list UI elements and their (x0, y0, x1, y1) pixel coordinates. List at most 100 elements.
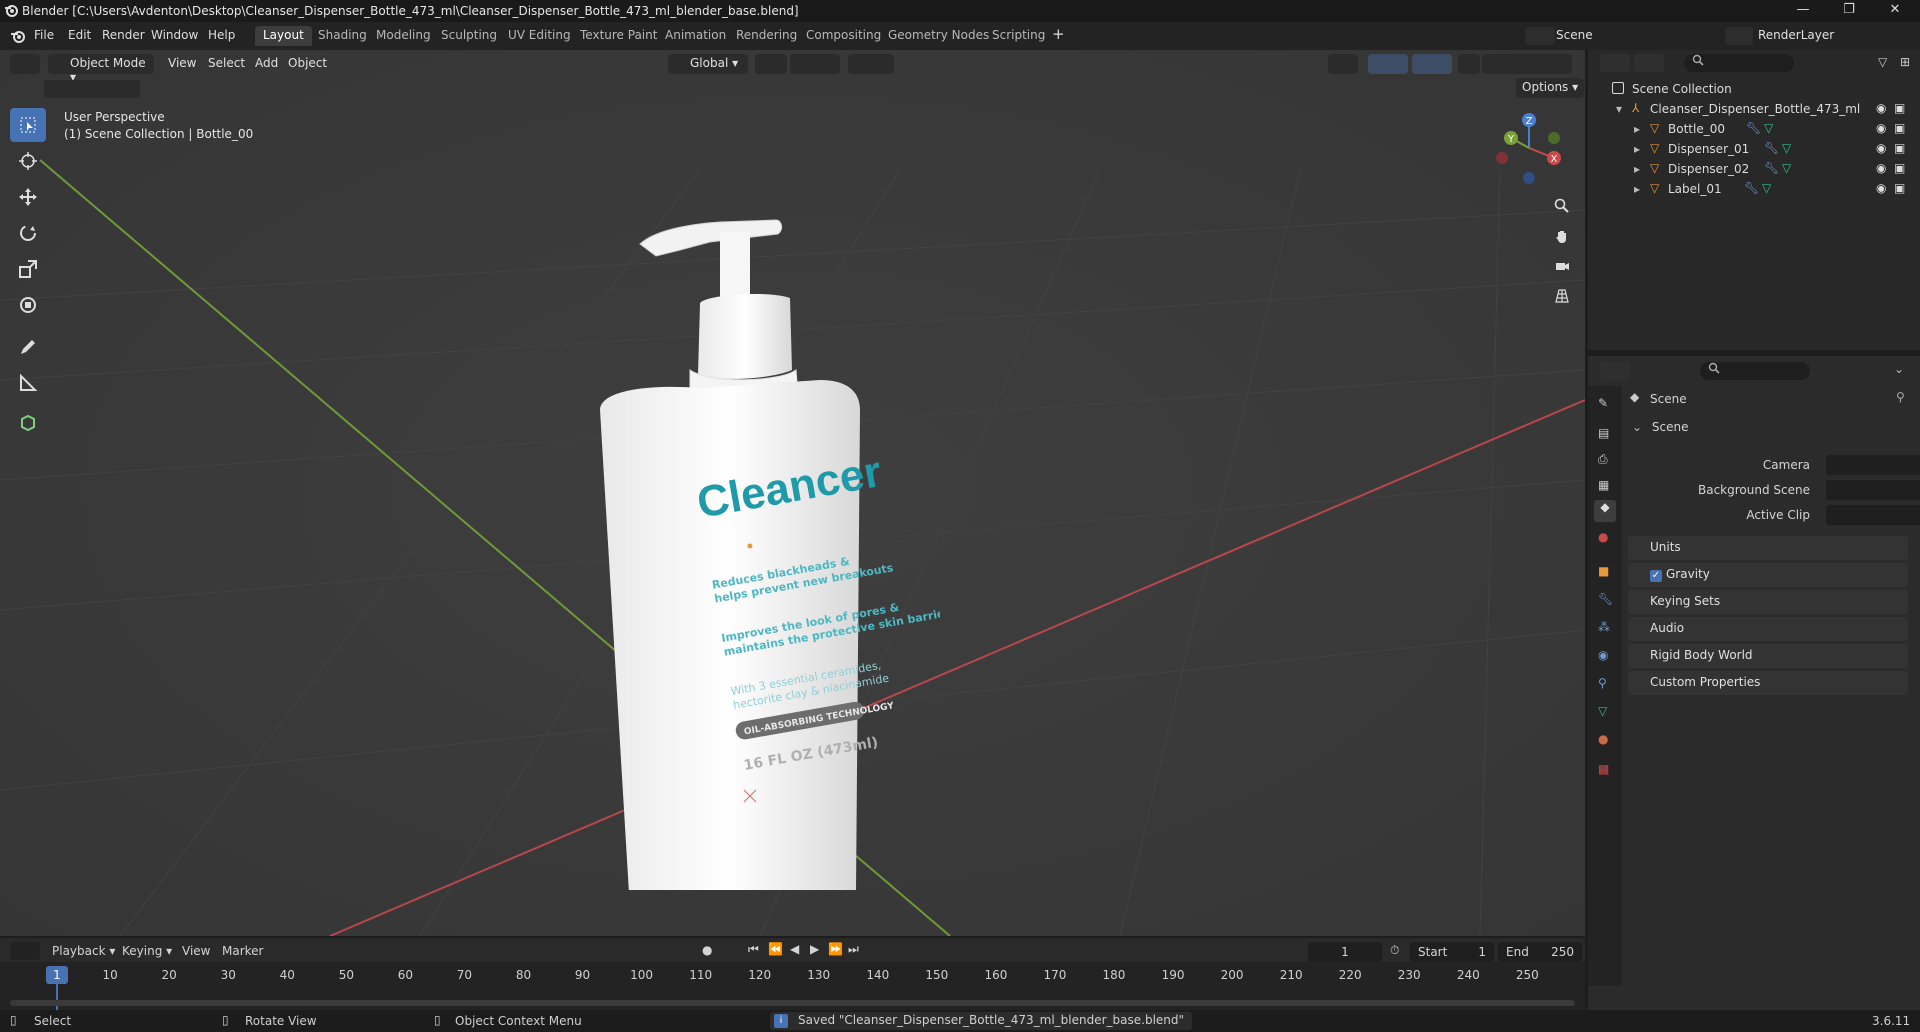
bottle-model[interactable]: Cleancer Reduces blackheads & helps prev… (560, 170, 940, 890)
expand-arrow-icon[interactable]: ▸ (1634, 142, 1640, 156)
transform-tool[interactable] (10, 288, 46, 322)
properties-editor-type-button[interactable] (1600, 362, 1630, 380)
mesh-data-icon[interactable]: ▽ (1762, 181, 1771, 195)
menu-file[interactable]: File (34, 28, 54, 42)
properties-search-input[interactable] (1700, 362, 1810, 380)
camera-render-icon[interactable]: ▣ (1894, 181, 1905, 195)
chevron-down-icon[interactable]: ⌄ (1894, 362, 1904, 376)
outliner-object-row[interactable]: ▸ ▽ Label_01 🔧︎ ▽ ◉ ▣ (1588, 180, 1920, 200)
modifier-tab-icon[interactable]: 🔧︎ (1598, 592, 1613, 606)
expand-arrow-icon[interactable]: ▾ (1616, 102, 1622, 116)
outliner-editor-type-button[interactable] (1600, 54, 1630, 72)
tab-layout[interactable]: Layout (255, 26, 312, 46)
active-clip-field[interactable] (1826, 505, 1920, 525)
camera-render-icon[interactable]: ▣ (1894, 161, 1905, 175)
rigid-body-world-section[interactable]: Rigid Body World (1628, 644, 1908, 668)
camera-render-icon[interactable]: ▣ (1894, 141, 1905, 155)
display-mode-button[interactable] (1634, 54, 1664, 72)
gravity-section[interactable]: ✓ Gravity (1628, 563, 1908, 587)
snap-toggle[interactable] (790, 54, 840, 74)
blender-menu-icon[interactable] (10, 28, 26, 44)
pin-icon[interactable]: ⚲ (1896, 390, 1905, 404)
proportional-edit-toggle[interactable] (848, 54, 894, 74)
constraints-tab-icon[interactable]: ⚲ (1598, 676, 1607, 690)
menu-edit[interactable]: Edit (68, 28, 91, 42)
select-box-tool[interactable] (10, 108, 46, 142)
outliner-search-input[interactable] (1684, 54, 1794, 72)
scene-selector[interactable]: Scene (1556, 28, 1676, 42)
background-scene-field[interactable] (1826, 480, 1920, 500)
tab-scripting[interactable]: Scripting (984, 26, 1053, 46)
menu-object[interactable]: Object (288, 56, 327, 70)
output-tab-icon[interactable]: ⎙ (1598, 452, 1608, 467)
tab-shading[interactable]: Shading (310, 26, 375, 46)
3d-viewport[interactable]: Object Mode ▾ View Select Add Object Glo… (0, 50, 1585, 936)
measure-tool[interactable] (10, 366, 46, 400)
tab-geometry-nodes[interactable]: Geometry Nodes (880, 26, 997, 46)
add-cube-tool[interactable] (10, 406, 46, 440)
object-mode-dropdown[interactable]: Object Mode ▾ (48, 54, 154, 84)
tab-sculpting[interactable]: Sculpting (433, 26, 505, 46)
mesh-data-icon[interactable]: ▽ (1782, 161, 1791, 175)
annotate-tool[interactable] (10, 330, 46, 364)
editor-type-button[interactable] (10, 54, 40, 74)
visibility-dropdown[interactable] (1328, 54, 1358, 74)
keying-sets-section[interactable]: Keying Sets (1628, 590, 1908, 614)
overlay-toggle[interactable] (1412, 54, 1452, 74)
maximize-button[interactable]: ❐ (1826, 0, 1872, 22)
modifier-wrench-icon[interactable]: 🔧︎ (1744, 181, 1759, 195)
object-tab-icon[interactable]: ■ (1598, 564, 1609, 578)
camera-field[interactable] (1826, 455, 1920, 475)
scene-icon[interactable] (1525, 27, 1555, 45)
modifier-wrench-icon[interactable]: 🔧︎ (1764, 161, 1779, 175)
texture-tab-icon[interactable]: ▩ (1598, 762, 1609, 776)
menu-render[interactable]: Render (102, 28, 145, 42)
tab-animation[interactable]: Animation (657, 26, 734, 46)
particles-tab-icon[interactable]: ⁂ (1598, 620, 1610, 634)
add-workspace-button[interactable]: + (1052, 25, 1065, 43)
scene-panel-header[interactable]: ⌄ Scene (1632, 420, 1912, 434)
minimize-button[interactable]: — (1780, 0, 1826, 22)
outliner-object-row[interactable]: ▸ ▽ Dispenser_01 🔧︎ ▽ ◉ ▣ (1588, 140, 1920, 160)
filter-icon[interactable]: ▽ (1878, 55, 1887, 69)
shading-modes[interactable] (1482, 54, 1572, 74)
render-layer-selector[interactable]: RenderLayer (1758, 28, 1878, 42)
mesh-data-icon[interactable]: ▽ (1782, 141, 1791, 155)
camera-view-icon[interactable] (1548, 252, 1576, 280)
navigation-gizmo[interactable]: Z X Y (1494, 110, 1564, 190)
menu-select[interactable]: Select (208, 56, 245, 70)
pivot-dropdown[interactable] (755, 54, 787, 74)
tab-uv-editing[interactable]: UV Editing (500, 26, 579, 46)
options-dropdown[interactable]: Options ▾ (1516, 78, 1585, 98)
modifier-wrench-icon[interactable]: 🔧︎ (1764, 141, 1779, 155)
eye-icon[interactable]: ◉ (1876, 121, 1886, 135)
modifier-wrench-icon[interactable]: 🔧︎ (1746, 121, 1761, 135)
physics-tab-icon[interactable]: ◉ (1598, 648, 1608, 662)
material-tab-icon[interactable]: ● (1598, 732, 1608, 746)
tool-tab-icon[interactable]: ✎ (1598, 396, 1608, 410)
perspective-toggle-icon[interactable] (1548, 282, 1576, 310)
eye-icon[interactable]: ◉ (1876, 161, 1886, 175)
render-tab-icon[interactable]: ▤ (1598, 426, 1609, 440)
gravity-checkbox[interactable]: ✓ (1650, 570, 1662, 582)
zoom-icon[interactable] (1548, 192, 1576, 220)
audio-section[interactable]: Audio (1628, 617, 1908, 641)
world-tab-icon[interactable]: ● (1598, 530, 1608, 544)
camera-render-icon[interactable]: ▣ (1894, 121, 1905, 135)
select-mode-buttons[interactable] (44, 80, 140, 98)
tab-texture-paint[interactable]: Texture Paint (572, 26, 665, 46)
outliner-object-row[interactable]: ▸ ▽ Dispenser_02 🔧︎ ▽ ◉ ▣ (1588, 160, 1920, 180)
eye-icon[interactable]: ◉ (1876, 141, 1886, 155)
expand-arrow-icon[interactable]: ▸ (1634, 162, 1640, 176)
move-tool[interactable] (10, 180, 46, 214)
gizmo-toggle[interactable] (1368, 54, 1408, 74)
menu-add[interactable]: Add (255, 56, 278, 70)
render-layer-icon[interactable] (1725, 27, 1753, 45)
expand-arrow-icon[interactable]: ▸ (1634, 182, 1640, 196)
eye-icon[interactable]: ◉ (1876, 101, 1886, 115)
rotate-tool[interactable] (10, 216, 46, 250)
outliner-collection-row[interactable]: ▾ ⅄ Cleanser_Dispenser_Bottle_473_ml ◉ ▣ (1588, 100, 1920, 120)
close-button[interactable]: ✕ (1872, 0, 1918, 22)
scene-tab-icon[interactable]: ◆ (1594, 500, 1616, 522)
cursor-tool[interactable] (10, 144, 46, 178)
